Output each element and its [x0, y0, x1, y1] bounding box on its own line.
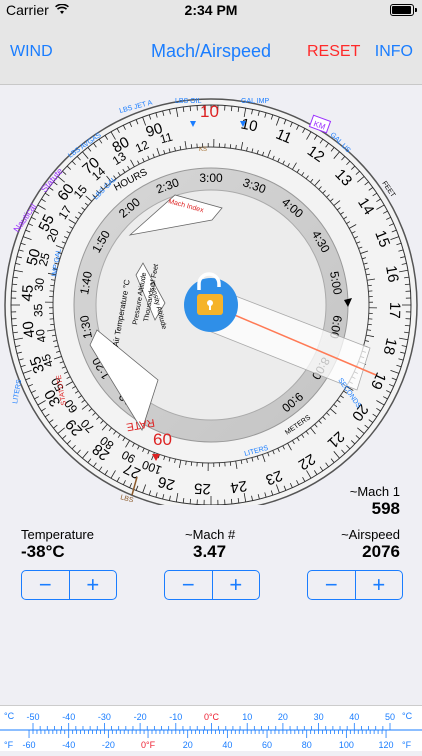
outer-scale-number-0: 10 [239, 115, 259, 135]
battery-icon [390, 4, 414, 16]
celsius-tick-label-1: -40 [62, 712, 75, 722]
fahrenheit-tick-label-0: -60 [23, 740, 36, 750]
airspeed-increment-button[interactable]: + [355, 571, 403, 599]
celsius-tick-label-3: -20 [134, 712, 147, 722]
inner-scale-number-9: 30 [32, 277, 48, 292]
red-10-marker: 10 [200, 102, 219, 121]
fahrenheit-tick-label-4: 20 [183, 740, 193, 750]
celsius-tick-label-10: 50 [385, 712, 395, 722]
airspeed-stepper[interactable]: − + [307, 570, 403, 600]
airspeed-label: ~Airspeed [341, 527, 400, 542]
outer-scale-number-7: 17 [386, 302, 403, 319]
dial-graphic[interactable]: 1011121314151617181920212223242526272829… [0, 85, 422, 505]
inner-scale-number-8: 35 [31, 303, 45, 317]
outer-scale-number-6: 16 [382, 264, 402, 283]
reset-button[interactable]: RESET [307, 43, 360, 61]
liters-outer-label: LITERS [12, 379, 23, 405]
fahrenheit-tick-labels: -60 -40 -20 0°F 20 40 60 80 100 120 [23, 740, 394, 750]
inner-scale-number-7: 40 [33, 328, 49, 344]
mach-stepper[interactable]: − + [164, 570, 260, 600]
celsius-tick-label-4: -10 [169, 712, 182, 722]
airspeed-decrement-button[interactable]: − [308, 571, 355, 599]
mach1-value: 598 [372, 499, 400, 519]
fahrenheit-tick-label-9: 120 [379, 740, 394, 750]
wind-button[interactable]: WIND [10, 43, 53, 61]
temperature-scale-graphic: °C °C °F °F -50 -40 -30 -20 -10 0°C 10 20 30 40 50… [0, 706, 422, 751]
navigation-bar: Mach/Airspeed WIND RESET INFO [0, 20, 422, 85]
fahrenheit-tick-label-2: -20 [102, 740, 115, 750]
celsius-tick-label-9: 40 [349, 712, 359, 722]
ks-label: KS [199, 147, 207, 153]
fahrenheit-unit-right: °F [402, 740, 412, 750]
time-scale-number-7: 3:00 [199, 171, 223, 185]
celsius-tick-label-8: 30 [314, 712, 324, 722]
celsius-tick-labels: -50 -40 -30 -20 -10 0°C 10 20 30 40 50 [26, 712, 395, 722]
temperature-value: -38°C [21, 542, 65, 562]
status-bar: Carrier 2:34 PM [0, 0, 422, 20]
fahrenheit-tick-label-1: -40 [62, 740, 75, 750]
celsius-tick-label-5: 0°C [204, 712, 220, 722]
celsius-tick-label-6: 10 [242, 712, 252, 722]
mach-decrement-button[interactable]: − [165, 571, 212, 599]
celsius-tick-label-2: -30 [98, 712, 111, 722]
status-time: 2:34 PM [0, 2, 422, 18]
mach-number-label: ~Mach # [185, 527, 235, 542]
temperature-label: Temperature [21, 527, 94, 542]
outer-scale-number-14: 24 [229, 477, 248, 496]
outer-scale-number-15: 25 [194, 479, 211, 497]
flight-computer-dial[interactable]: 1011121314151617181920212223242526272829… [0, 85, 422, 505]
mach-number-value: 3.47 [193, 542, 226, 562]
celsius-unit-right: °C [402, 711, 413, 721]
red-60-marker: 60 [153, 430, 172, 449]
gal-imp-label: GAL IMP [241, 98, 269, 105]
lbs-oil-label: LBS OIL [175, 98, 202, 105]
fahrenheit-tick-label-7: 80 [302, 740, 312, 750]
airspeed-value: 2076 [362, 542, 400, 562]
celsius-unit-left: °C [4, 711, 15, 721]
info-button[interactable]: INFO [375, 43, 413, 61]
celsius-tick-label-7: 20 [278, 712, 288, 722]
temperature-stepper[interactable]: − + [21, 570, 117, 600]
fahrenheit-tick-label-5: 40 [222, 740, 232, 750]
temperature-increment-button[interactable]: + [69, 571, 117, 599]
celsius-tick-label-0: -50 [26, 712, 39, 722]
temperature-decrement-button[interactable]: − [22, 571, 69, 599]
fahrenheit-ticks [29, 730, 386, 738]
fahrenheit-tick-label-6: 60 [262, 740, 272, 750]
fahrenheit-unit-left: °F [4, 740, 14, 750]
mach1-label: ~Mach 1 [350, 484, 400, 499]
fahrenheit-tick-label-8: 100 [339, 740, 354, 750]
fahrenheit-tick-label-3: 0°F [141, 740, 156, 750]
celsius-ticks [33, 723, 390, 730]
temperature-conversion-scale[interactable]: °C °C °F °F -50 -40 -30 -20 -10 0°C 10 20 30 40 50… [0, 705, 422, 751]
mach-increment-button[interactable]: + [212, 571, 260, 599]
